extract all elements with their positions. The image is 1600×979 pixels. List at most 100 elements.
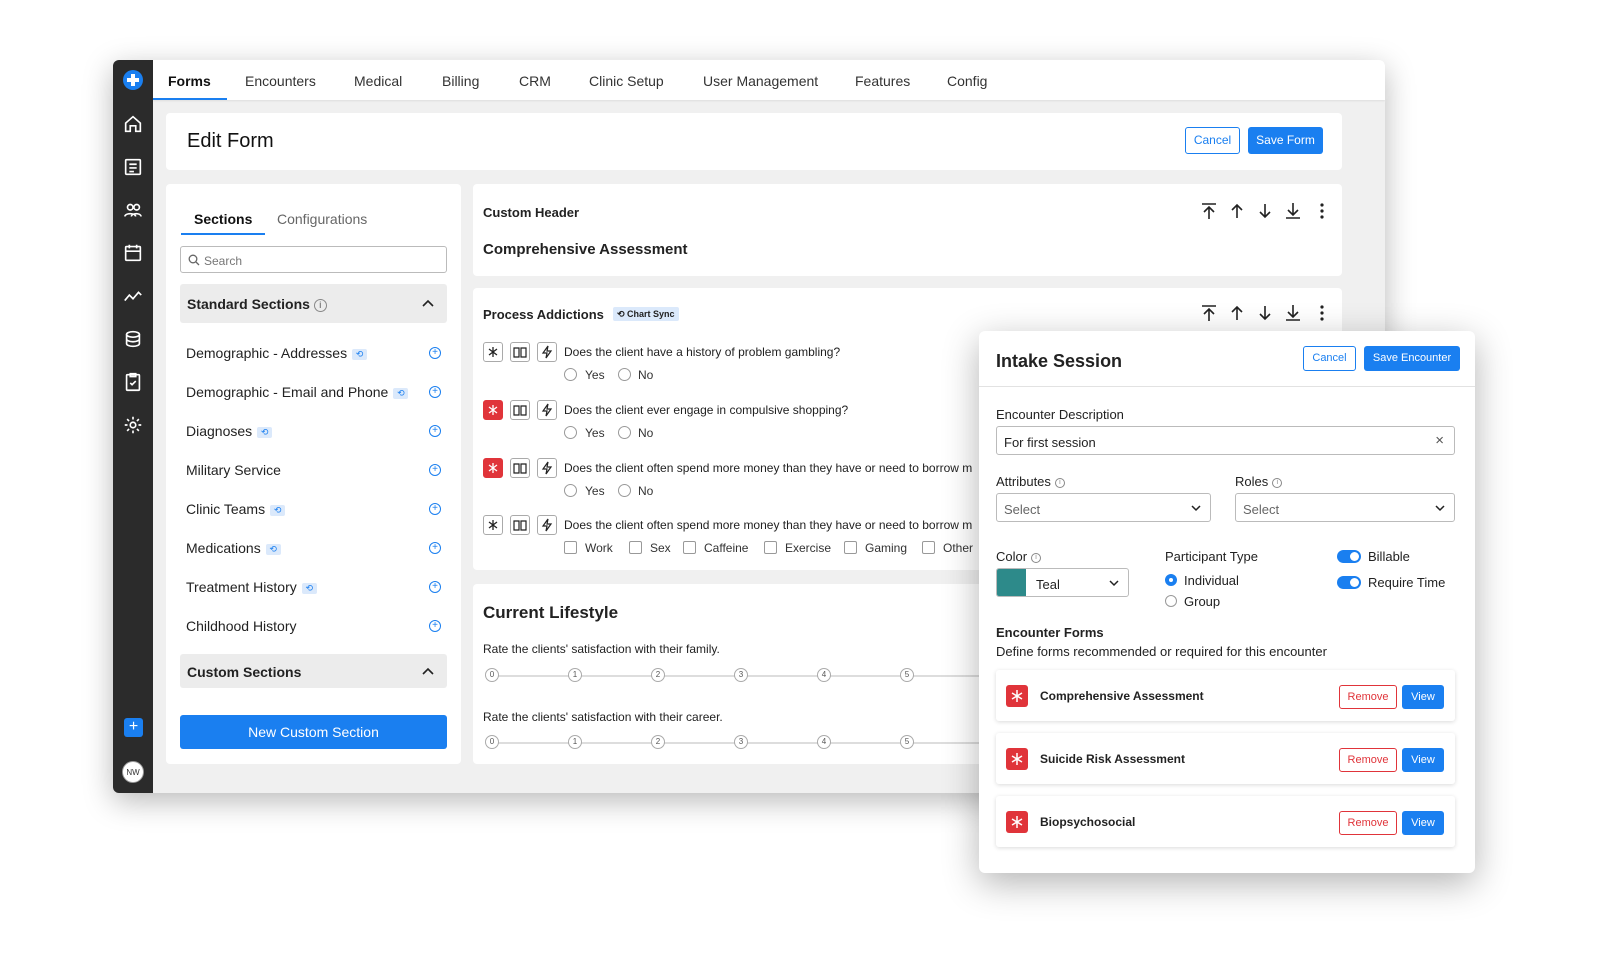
checkbox-other[interactable] (922, 541, 935, 554)
save-form-button[interactable]: Save Form (1248, 127, 1323, 154)
tab-user-management[interactable]: User Management (703, 73, 818, 89)
lightning-icon[interactable] (537, 400, 557, 420)
cancel-button[interactable]: Cancel (1185, 127, 1240, 154)
book-icon[interactable] (510, 400, 530, 420)
cancel-button[interactable]: Cancel (1303, 346, 1356, 371)
clipboard-icon[interactable] (122, 371, 144, 393)
remove-button[interactable]: Remove (1339, 748, 1397, 772)
book-icon[interactable] (510, 342, 530, 362)
rating-option[interactable]: 2 (651, 668, 665, 682)
section-item-demographic-addresses[interactable]: Demographic - Addresses ⟲ (186, 345, 368, 361)
custom-sections-header[interactable]: Custom Sections (180, 654, 447, 688)
move-bottom-icon[interactable] (1284, 304, 1302, 322)
view-button[interactable]: View (1402, 685, 1444, 709)
chevron-up-icon[interactable] (421, 664, 435, 678)
add-section-icon[interactable]: + (429, 542, 441, 554)
move-up-icon[interactable] (1228, 304, 1246, 322)
move-down-icon[interactable] (1256, 304, 1274, 322)
rating-option[interactable]: 2 (651, 735, 665, 749)
chevron-up-icon[interactable] (421, 296, 435, 310)
radio-yes[interactable] (564, 368, 577, 381)
rating-option[interactable]: 4 (817, 668, 831, 682)
settings-icon[interactable] (122, 414, 144, 436)
move-top-icon[interactable] (1200, 202, 1218, 220)
radio-individual[interactable] (1165, 574, 1177, 586)
add-section-icon[interactable]: + (429, 386, 441, 398)
more-options-icon[interactable] (1313, 304, 1331, 322)
users-icon[interactable] (122, 199, 144, 221)
section-item-military-service[interactable]: Military Service (186, 462, 281, 478)
home-icon[interactable] (122, 113, 144, 135)
tab-encounters[interactable]: Encounters (245, 73, 316, 89)
encounter-description-input[interactable]: For first session × (996, 426, 1455, 455)
rating-option[interactable]: 0 (485, 735, 499, 749)
roles-select[interactable]: Select (1235, 493, 1455, 522)
tab-medical[interactable]: Medical (354, 73, 402, 89)
tab-crm[interactable]: CRM (519, 73, 551, 89)
radio-no[interactable] (618, 368, 631, 381)
analytics-icon[interactable] (122, 285, 144, 307)
app-logo-icon[interactable] (123, 70, 143, 90)
checkbox-sex[interactable] (629, 541, 642, 554)
radio-group[interactable] (1165, 595, 1177, 607)
rating-option[interactable]: 1 (568, 735, 582, 749)
color-select[interactable]: Teal (996, 568, 1129, 597)
lightning-icon[interactable] (537, 342, 557, 362)
section-item-treatment-history[interactable]: Treatment History ⟲ (186, 579, 317, 595)
section-item-diagnoses[interactable]: Diagnoses ⟲ (186, 423, 273, 439)
add-section-icon[interactable]: + (429, 503, 441, 515)
lightning-icon[interactable] (537, 515, 557, 535)
calendar-icon[interactable] (122, 242, 144, 264)
required-toggle-icon[interactable] (483, 458, 503, 478)
forms-icon[interactable] (122, 156, 144, 178)
billing-icon[interactable] (122, 328, 144, 350)
move-bottom-icon[interactable] (1284, 202, 1302, 220)
rating-option[interactable]: 3 (734, 735, 748, 749)
more-options-icon[interactable] (1313, 202, 1331, 220)
avatar[interactable]: NW (122, 761, 144, 783)
book-icon[interactable] (510, 515, 530, 535)
rating-option[interactable]: 5 (900, 735, 914, 749)
move-up-icon[interactable] (1228, 202, 1246, 220)
tab-forms[interactable]: Forms (168, 73, 211, 89)
add-section-icon[interactable]: + (429, 620, 441, 632)
checkbox-caffeine[interactable] (683, 541, 696, 554)
tab-billing[interactable]: Billing (442, 73, 479, 89)
add-section-icon[interactable]: + (429, 347, 441, 359)
rating-option[interactable]: 1 (568, 668, 582, 682)
tab-clinic-setup[interactable]: Clinic Setup (589, 73, 664, 89)
checkbox-exercise[interactable] (764, 541, 777, 554)
required-toggle-icon[interactable] (483, 515, 503, 535)
search-input[interactable]: Search (180, 246, 447, 273)
radio-no[interactable] (618, 484, 631, 497)
new-custom-section-button[interactable]: New Custom Section (180, 715, 447, 749)
move-down-icon[interactable] (1256, 202, 1274, 220)
rating-option[interactable]: 4 (817, 735, 831, 749)
lightning-icon[interactable] (537, 458, 557, 478)
checkbox-work[interactable] (564, 541, 577, 554)
standard-sections-header[interactable]: Standard Sections i (180, 284, 447, 323)
add-section-icon[interactable]: + (429, 464, 441, 476)
radio-yes[interactable] (564, 426, 577, 439)
remove-button[interactable]: Remove (1339, 685, 1397, 709)
move-top-icon[interactable] (1200, 304, 1218, 322)
book-icon[interactable] (510, 458, 530, 478)
attributes-select[interactable]: Select (996, 493, 1211, 522)
view-button[interactable]: View (1402, 748, 1444, 772)
section-item-clinic-teams[interactable]: Clinic Teams ⟲ (186, 501, 286, 517)
section-item-demographic-email-phone[interactable]: Demographic - Email and Phone ⟲ (186, 384, 409, 400)
billable-toggle[interactable] (1337, 550, 1361, 563)
section-item-medications[interactable]: Medications ⟲ (186, 540, 281, 556)
tab-configurations[interactable]: Configurations (277, 211, 367, 227)
rating-option[interactable]: 3 (734, 668, 748, 682)
clear-icon[interactable]: × (1435, 432, 1444, 449)
required-toggle-icon[interactable] (483, 400, 503, 420)
require-time-toggle[interactable] (1337, 576, 1361, 589)
required-toggle-icon[interactable] (483, 342, 503, 362)
add-icon[interactable]: + (124, 718, 143, 737)
tab-config[interactable]: Config (947, 73, 987, 89)
tab-features[interactable]: Features (855, 73, 910, 89)
view-button[interactable]: View (1402, 811, 1444, 835)
add-section-icon[interactable]: + (429, 425, 441, 437)
rating-option[interactable]: 5 (900, 668, 914, 682)
